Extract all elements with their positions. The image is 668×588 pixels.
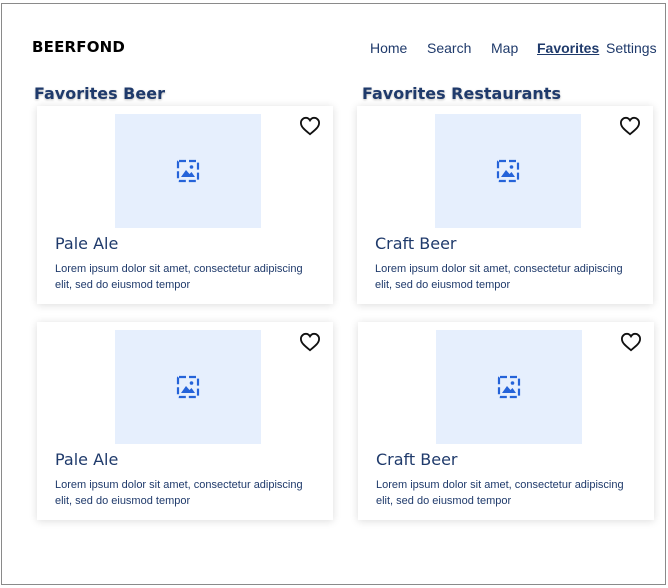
favorite-card[interactable]: Craft Beer Lorem ipsum dolor sit amet, c… — [358, 322, 654, 520]
image-placeholder-icon — [497, 375, 521, 399]
nav-search[interactable]: Search — [427, 40, 471, 56]
card-description: Lorem ipsum dolor sit amet, consectetur … — [55, 479, 303, 507]
image-placeholder-icon — [176, 375, 200, 399]
card-description: Lorem ipsum dolor sit amet, consectetur … — [55, 263, 303, 291]
image-placeholder-icon — [176, 159, 200, 183]
nav-home[interactable]: Home — [370, 40, 407, 56]
favorite-card[interactable]: Craft Beer Lorem ipsum dolor sit amet, c… — [357, 106, 653, 304]
nav-map[interactable]: Map — [491, 40, 518, 56]
nav-settings[interactable]: Settings — [606, 40, 657, 56]
card-title: Craft Beer — [376, 450, 458, 469]
top-nav: Home Search Map Favorites Settings — [0, 40, 668, 60]
section-title-favorites-beer: Favorites Beer — [34, 84, 165, 103]
image-placeholder-icon — [496, 159, 520, 183]
card-title: Pale Ale — [55, 234, 119, 253]
card-description: Lorem ipsum dolor sit amet, consectetur … — [376, 479, 624, 507]
heart-outline-icon[interactable] — [620, 332, 642, 352]
nav-favorites[interactable]: Favorites — [537, 40, 599, 56]
heart-outline-icon[interactable] — [299, 332, 321, 352]
heart-outline-icon[interactable] — [299, 116, 321, 136]
heart-outline-icon[interactable] — [619, 116, 641, 136]
image-placeholder — [436, 330, 582, 444]
card-title: Pale Ale — [55, 450, 119, 469]
section-title-favorites-restaurants: Favorites Restaurants — [362, 84, 561, 103]
card-title: Craft Beer — [375, 234, 457, 253]
favorite-card[interactable]: Pale Ale Lorem ipsum dolor sit amet, con… — [37, 322, 333, 520]
image-placeholder — [115, 330, 261, 444]
image-placeholder — [435, 114, 581, 228]
image-placeholder — [115, 114, 261, 228]
card-description: Lorem ipsum dolor sit amet, consectetur … — [375, 263, 623, 291]
favorite-card[interactable]: Pale Ale Lorem ipsum dolor sit amet, con… — [37, 106, 333, 304]
